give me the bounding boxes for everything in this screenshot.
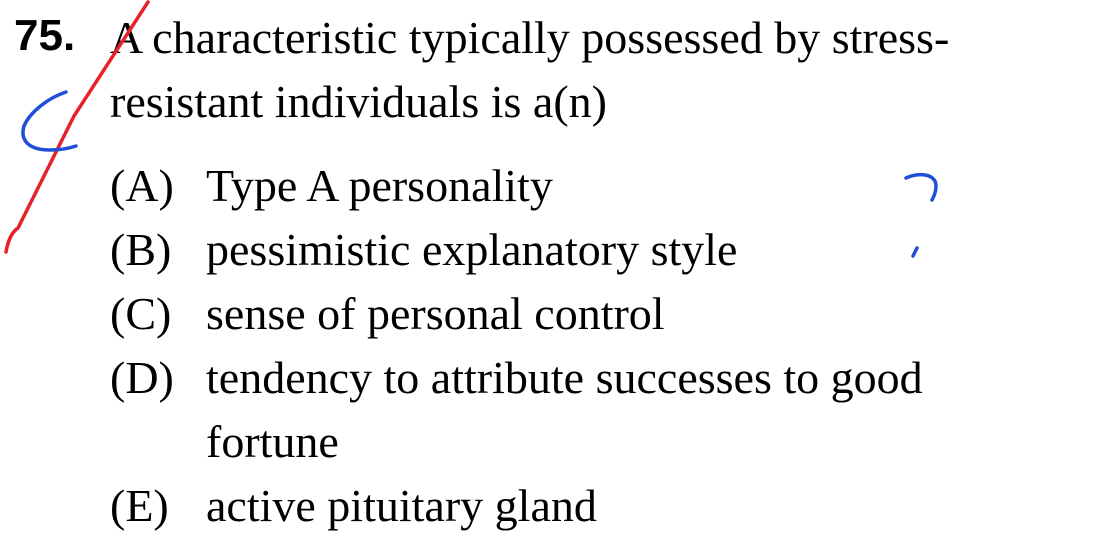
option-e: (E) active pituitary gland bbox=[110, 474, 1070, 538]
option-d: (D) tendency to attribute successes to g… bbox=[110, 346, 1070, 474]
option-letter: (A) bbox=[110, 160, 174, 211]
option-letter: (B) bbox=[110, 224, 172, 275]
option-letter: (C) bbox=[110, 288, 172, 339]
option-text: active pituitary gland bbox=[206, 480, 597, 531]
option-text: Type A personality bbox=[206, 160, 553, 211]
option-text: tendency to attribute successes to good … bbox=[206, 352, 923, 467]
option-a: (A) Type A personality bbox=[110, 154, 1070, 218]
option-letter: (E) bbox=[110, 480, 169, 531]
question-number: 75. bbox=[14, 11, 76, 60]
option-text: pessimistic explanatory style bbox=[206, 224, 738, 275]
question-stem: A characteristic typically possessed by … bbox=[110, 12, 950, 127]
question-page: 75. A characteristic typically possessed… bbox=[0, 0, 1106, 552]
option-letter: (D) bbox=[110, 352, 174, 403]
option-text: sense of personal control bbox=[206, 288, 665, 339]
option-b: (B) pessimistic explanatory style bbox=[110, 218, 1070, 282]
option-c: (C) sense of personal control bbox=[110, 282, 1070, 346]
handwritten-c-mark bbox=[21, 90, 78, 152]
answer-options: (A) Type A personality (B) pessimistic e… bbox=[110, 154, 1070, 538]
